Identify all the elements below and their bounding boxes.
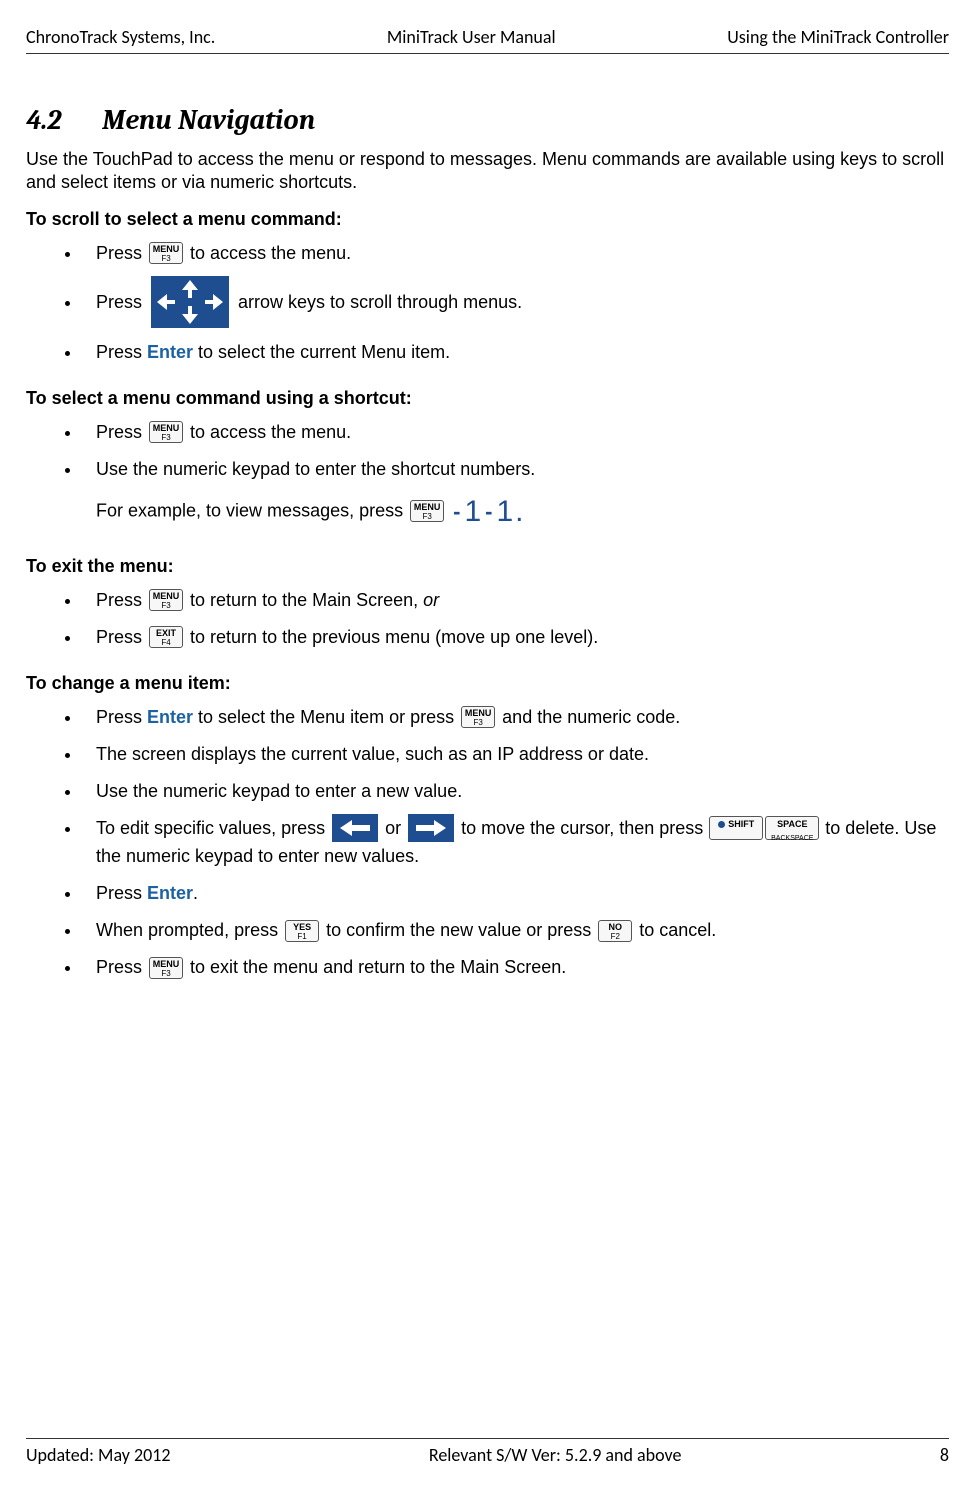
- no-key-icon: NOF2: [598, 920, 632, 942]
- list-item: Press MENUF3 to exit the menu and return…: [82, 954, 949, 981]
- space-backspace-key-icon: SPACEBACKSPACE: [765, 816, 819, 840]
- list-item: When prompted, press YESF1 to confirm th…: [82, 917, 949, 944]
- list-item: To edit specific values, press or to mov…: [82, 815, 949, 870]
- list-item: Press Enter to select the current Menu i…: [82, 339, 949, 366]
- list-item: Press arrow keys to scroll through menus…: [82, 277, 949, 329]
- menu-key-icon: MENUF3: [149, 242, 183, 264]
- heading-shortcut: To select a menu command using a shortcu…: [26, 388, 949, 409]
- heading-exit: To exit the menu:: [26, 556, 949, 577]
- list-shortcut: Press MENUF3 to access the menu. Use the…: [26, 419, 949, 534]
- seq-digit: 1: [464, 495, 481, 528]
- yes-key-icon: YESF1: [285, 920, 319, 942]
- arrow-keys-icon: [151, 276, 229, 328]
- enter-key-text: Enter: [147, 342, 193, 362]
- exit-key-icon: EXITF4: [149, 626, 183, 648]
- list-scroll: Press MENUF3 to access the menu. Press a…: [26, 240, 949, 366]
- footer-right: 8: [940, 1444, 949, 1466]
- menu-key-icon: MENUF3: [149, 589, 183, 611]
- example-line: For example, to view messages, press MEN…: [96, 489, 949, 534]
- seq-digit: 1: [496, 495, 513, 528]
- arrow-left-icon: [332, 814, 378, 842]
- page: ChronoTrack Systems, Inc. MiniTrack User…: [0, 0, 975, 1492]
- enter-key-text: Enter: [147, 883, 193, 903]
- list-item: Use the numeric keypad to enter the shor…: [82, 456, 949, 534]
- section-title: Menu Navigation: [102, 104, 315, 136]
- menu-key-icon: MENUF3: [149, 957, 183, 979]
- header-right: Using the MiniTrack Controller: [727, 26, 949, 48]
- list-item: Press EXITF4 to return to the previous m…: [82, 624, 949, 651]
- menu-key-icon: MENUF3: [410, 500, 444, 522]
- section-heading: 4.2 Menu Navigation: [26, 104, 949, 136]
- heading-scroll: To scroll to select a menu command:: [26, 209, 949, 230]
- page-footer: Updated: May 2012 Relevant S/W Ver: 5.2.…: [26, 1438, 949, 1466]
- heading-change: To change a menu item:: [26, 673, 949, 694]
- list-item: Press Enter.: [82, 880, 949, 907]
- menu-key-icon: MENUF3: [461, 706, 495, 728]
- or-text: or: [423, 590, 439, 610]
- section-number: 4.2: [26, 104, 96, 136]
- header-left: ChronoTrack Systems, Inc.: [26, 26, 215, 48]
- list-exit: Press MENUF3 to return to the Main Scree…: [26, 587, 949, 651]
- list-item: Use the numeric keypad to enter a new va…: [82, 778, 949, 805]
- list-item: Press MENUF3 to access the menu.: [82, 419, 949, 446]
- page-header: ChronoTrack Systems, Inc. MiniTrack User…: [26, 26, 949, 54]
- shift-key-icon: SHIFT: [709, 816, 763, 840]
- list-item: Press MENUF3 to return to the Main Scree…: [82, 587, 949, 614]
- footer-left: Updated: May 2012: [26, 1444, 170, 1466]
- list-change: Press Enter to select the Menu item or p…: [26, 704, 949, 981]
- menu-key-icon: MENUF3: [149, 421, 183, 443]
- intro-paragraph: Use the TouchPad to access the menu or r…: [26, 148, 949, 193]
- list-item: Press Enter to select the Menu item or p…: [82, 704, 949, 731]
- footer-center: Relevant S/W Ver: 5.2.9 and above: [429, 1444, 682, 1466]
- arrow-right-icon: [408, 814, 454, 842]
- list-item: The screen displays the current value, s…: [82, 741, 949, 768]
- enter-key-text: Enter: [147, 707, 193, 727]
- list-item: Press MENUF3 to access the menu.: [82, 240, 949, 267]
- header-center: MiniTrack User Manual: [387, 26, 556, 48]
